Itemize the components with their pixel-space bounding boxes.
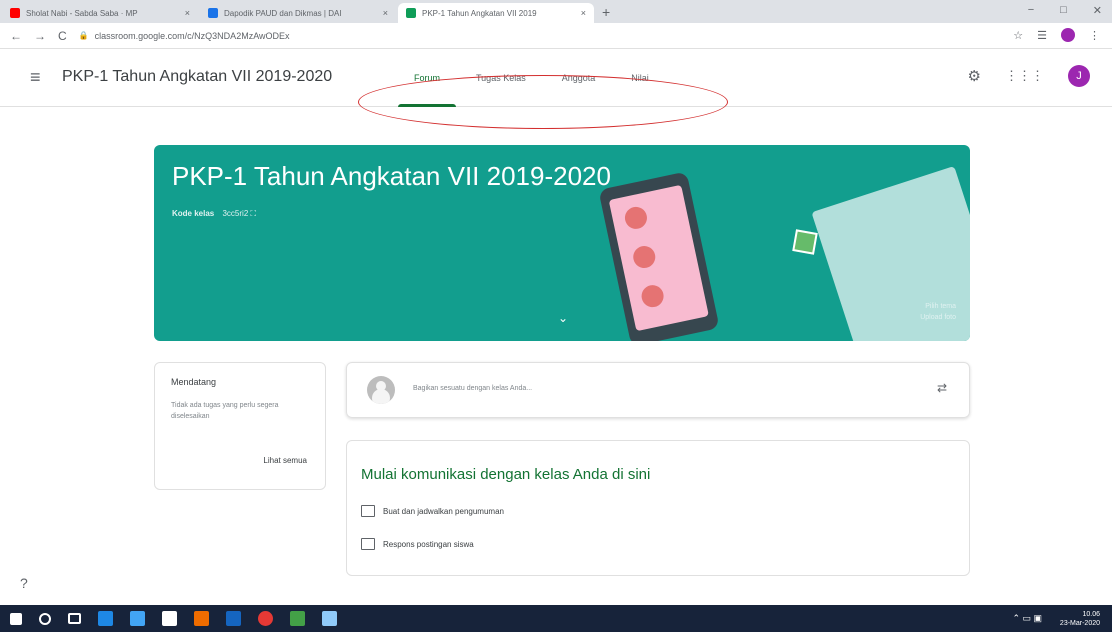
class-banner: PKP-1 Tahun Angkatan VII 2019-2020 Kode … <box>154 145 970 341</box>
app-bar-actions: ⚙ ⋮⋮⋮ J <box>968 65 1090 87</box>
banner-phone-illustration <box>598 171 720 341</box>
browser-tab-2[interactable]: Dapodik PAUD dan Dikmas | DAI × <box>200 3 396 23</box>
classroom-favicon-icon <box>406 8 416 18</box>
system-tray-icons[interactable]: ⌃ ▭ ▣ <box>1012 613 1042 624</box>
browser-tab-title: Sholat Nabi - Sabda Saba · MP <box>26 8 138 18</box>
clock-time: 10.06 <box>1082 611 1100 618</box>
windows-start-icon[interactable] <box>10 612 22 625</box>
new-tab-button[interactable]: + <box>602 4 610 20</box>
url-text: classroom.google.com/c/NzQ3NDA2MzAwODEx <box>94 30 290 41</box>
chevron-down-icon[interactable]: ⌄ <box>558 311 568 325</box>
intro-item: Respons postingan siswa <box>361 538 474 550</box>
comment-list-icon <box>361 538 375 550</box>
account-avatar[interactable]: J <box>1068 65 1090 87</box>
store-icon[interactable] <box>162 611 177 626</box>
clock-date: 23-Mar-2020 <box>1059 620 1100 628</box>
back-arrow-icon[interactable]: ← <box>10 29 22 43</box>
pick-theme-link[interactable]: Pilih tema <box>920 301 956 312</box>
browser-tab-3[interactable]: PKP-1 Tahun Angkatan VII 2019 × <box>398 3 594 23</box>
share-box[interactable]: Bagikan sesuatu dengan kelas Anda... ⇄ <box>346 362 970 418</box>
fullscreen-icon[interactable]: ⛶ <box>251 209 257 218</box>
bookmark-star-icon[interactable]: ☆ <box>1013 29 1023 42</box>
class-code-value: 3cc5ri2 <box>222 209 249 218</box>
red-annotation-oval <box>358 75 728 129</box>
paint-icon[interactable] <box>194 611 209 626</box>
user-avatar <box>367 376 395 404</box>
browser-profile-icon[interactable] <box>1061 28 1075 42</box>
browser-actions: ☆ ☰ ⋮ <box>1013 28 1100 42</box>
hamburger-menu-icon[interactable]: ≡ <box>30 67 41 88</box>
upcoming-title: Mendatang <box>171 377 217 387</box>
upcoming-card: Mendatang Tidak ada tugas yang perlu seg… <box>154 362 326 490</box>
lock-icon: 🔒 <box>78 31 89 40</box>
window-controls: − □ ✕ <box>1028 4 1102 17</box>
search-icon[interactable] <box>39 612 51 625</box>
chrome-icon[interactable] <box>258 611 273 626</box>
minimize-icon[interactable]: − <box>1028 4 1034 17</box>
reload-icon[interactable]: C <box>58 29 67 43</box>
class-title[interactable]: PKP-1 Tahun Angkatan VII 2019-2020 <box>62 68 332 86</box>
reading-list-icon[interactable]: ☰ <box>1037 29 1047 42</box>
url-field[interactable]: 🔒 classroom.google.com/c/NzQ3NDA2MzAwODE… <box>79 31 290 41</box>
address-bar: ← → C 🔒 classroom.google.com/c/NzQ3NDA2M… <box>0 23 1112 49</box>
class-code-label: Kode kelas <box>172 209 215 218</box>
google-apps-icon[interactable]: ⋮⋮⋮ <box>1005 68 1044 84</box>
help-icon[interactable]: ? <box>20 575 28 591</box>
banner-photo-illustration <box>792 229 818 255</box>
taskbar-clock[interactable]: 10.06 23-Mar-2020 <box>1060 610 1100 628</box>
window-close-icon[interactable]: ✕ <box>1093 4 1102 17</box>
intro-item-text: Buat dan jadwalkan pengumuman <box>383 506 504 516</box>
view-all-link[interactable]: Lihat semua <box>263 456 307 465</box>
share-placeholder[interactable]: Bagikan sesuatu dengan kelas Anda... <box>413 385 532 392</box>
forward-arrow-icon[interactable]: → <box>34 29 46 43</box>
spreadsheet-icon[interactable] <box>290 611 305 626</box>
dapodik-favicon-icon <box>208 8 218 18</box>
maximize-icon[interactable]: □ <box>1060 4 1067 17</box>
upload-photo-link[interactable]: Upload foto <box>920 312 956 323</box>
mail-icon[interactable] <box>226 611 241 626</box>
browser-tab-title: Dapodik PAUD dan Dikmas | DAI <box>224 8 342 18</box>
browser-tab-title: PKP-1 Tahun Angkatan VII 2019 <box>422 8 537 18</box>
tab-close-icon[interactable]: × <box>185 8 190 18</box>
intro-title: Mulai komunikasi dengan kelas Anda di si… <box>361 466 651 483</box>
settings-gear-icon[interactable]: ⚙ <box>968 67 981 85</box>
document-icon[interactable] <box>322 611 337 626</box>
browser-menu-icon[interactable]: ⋮ <box>1089 29 1100 42</box>
announcement-icon <box>361 505 375 517</box>
intro-item-text: Respons postingan siswa <box>383 539 474 549</box>
intro-item: Buat dan jadwalkan pengumuman <box>361 505 504 517</box>
youtube-favicon-icon <box>10 8 20 18</box>
windows-taskbar: ⌃ ▭ ▣ 10.06 23-Mar-2020 <box>0 605 1112 632</box>
edge-icon[interactable] <box>98 611 113 626</box>
file-explorer-icon[interactable] <box>130 611 145 626</box>
upcoming-text: Tidak ada tugas yang perlu segera disele… <box>171 402 279 420</box>
banner-actions: Pilih tema Upload foto <box>920 301 956 323</box>
intro-card: Mulai komunikasi dengan kelas Anda di si… <box>346 440 970 576</box>
browser-tab-1[interactable]: Sholat Nabi - Sabda Saba · MP × <box>2 3 198 23</box>
class-code: Kode kelas 3cc5ri2 ⛶ <box>172 209 256 219</box>
browser-tab-strip: Sholat Nabi - Sabda Saba · MP × Dapodik … <box>0 0 1112 23</box>
repost-icon[interactable]: ⇄ <box>937 381 947 395</box>
banner-title: PKP-1 Tahun Angkatan VII 2019-2020 <box>172 161 611 191</box>
tab-close-icon[interactable]: × <box>383 8 388 18</box>
tab-close-icon[interactable]: × <box>581 8 586 18</box>
task-view-icon[interactable] <box>68 613 81 624</box>
